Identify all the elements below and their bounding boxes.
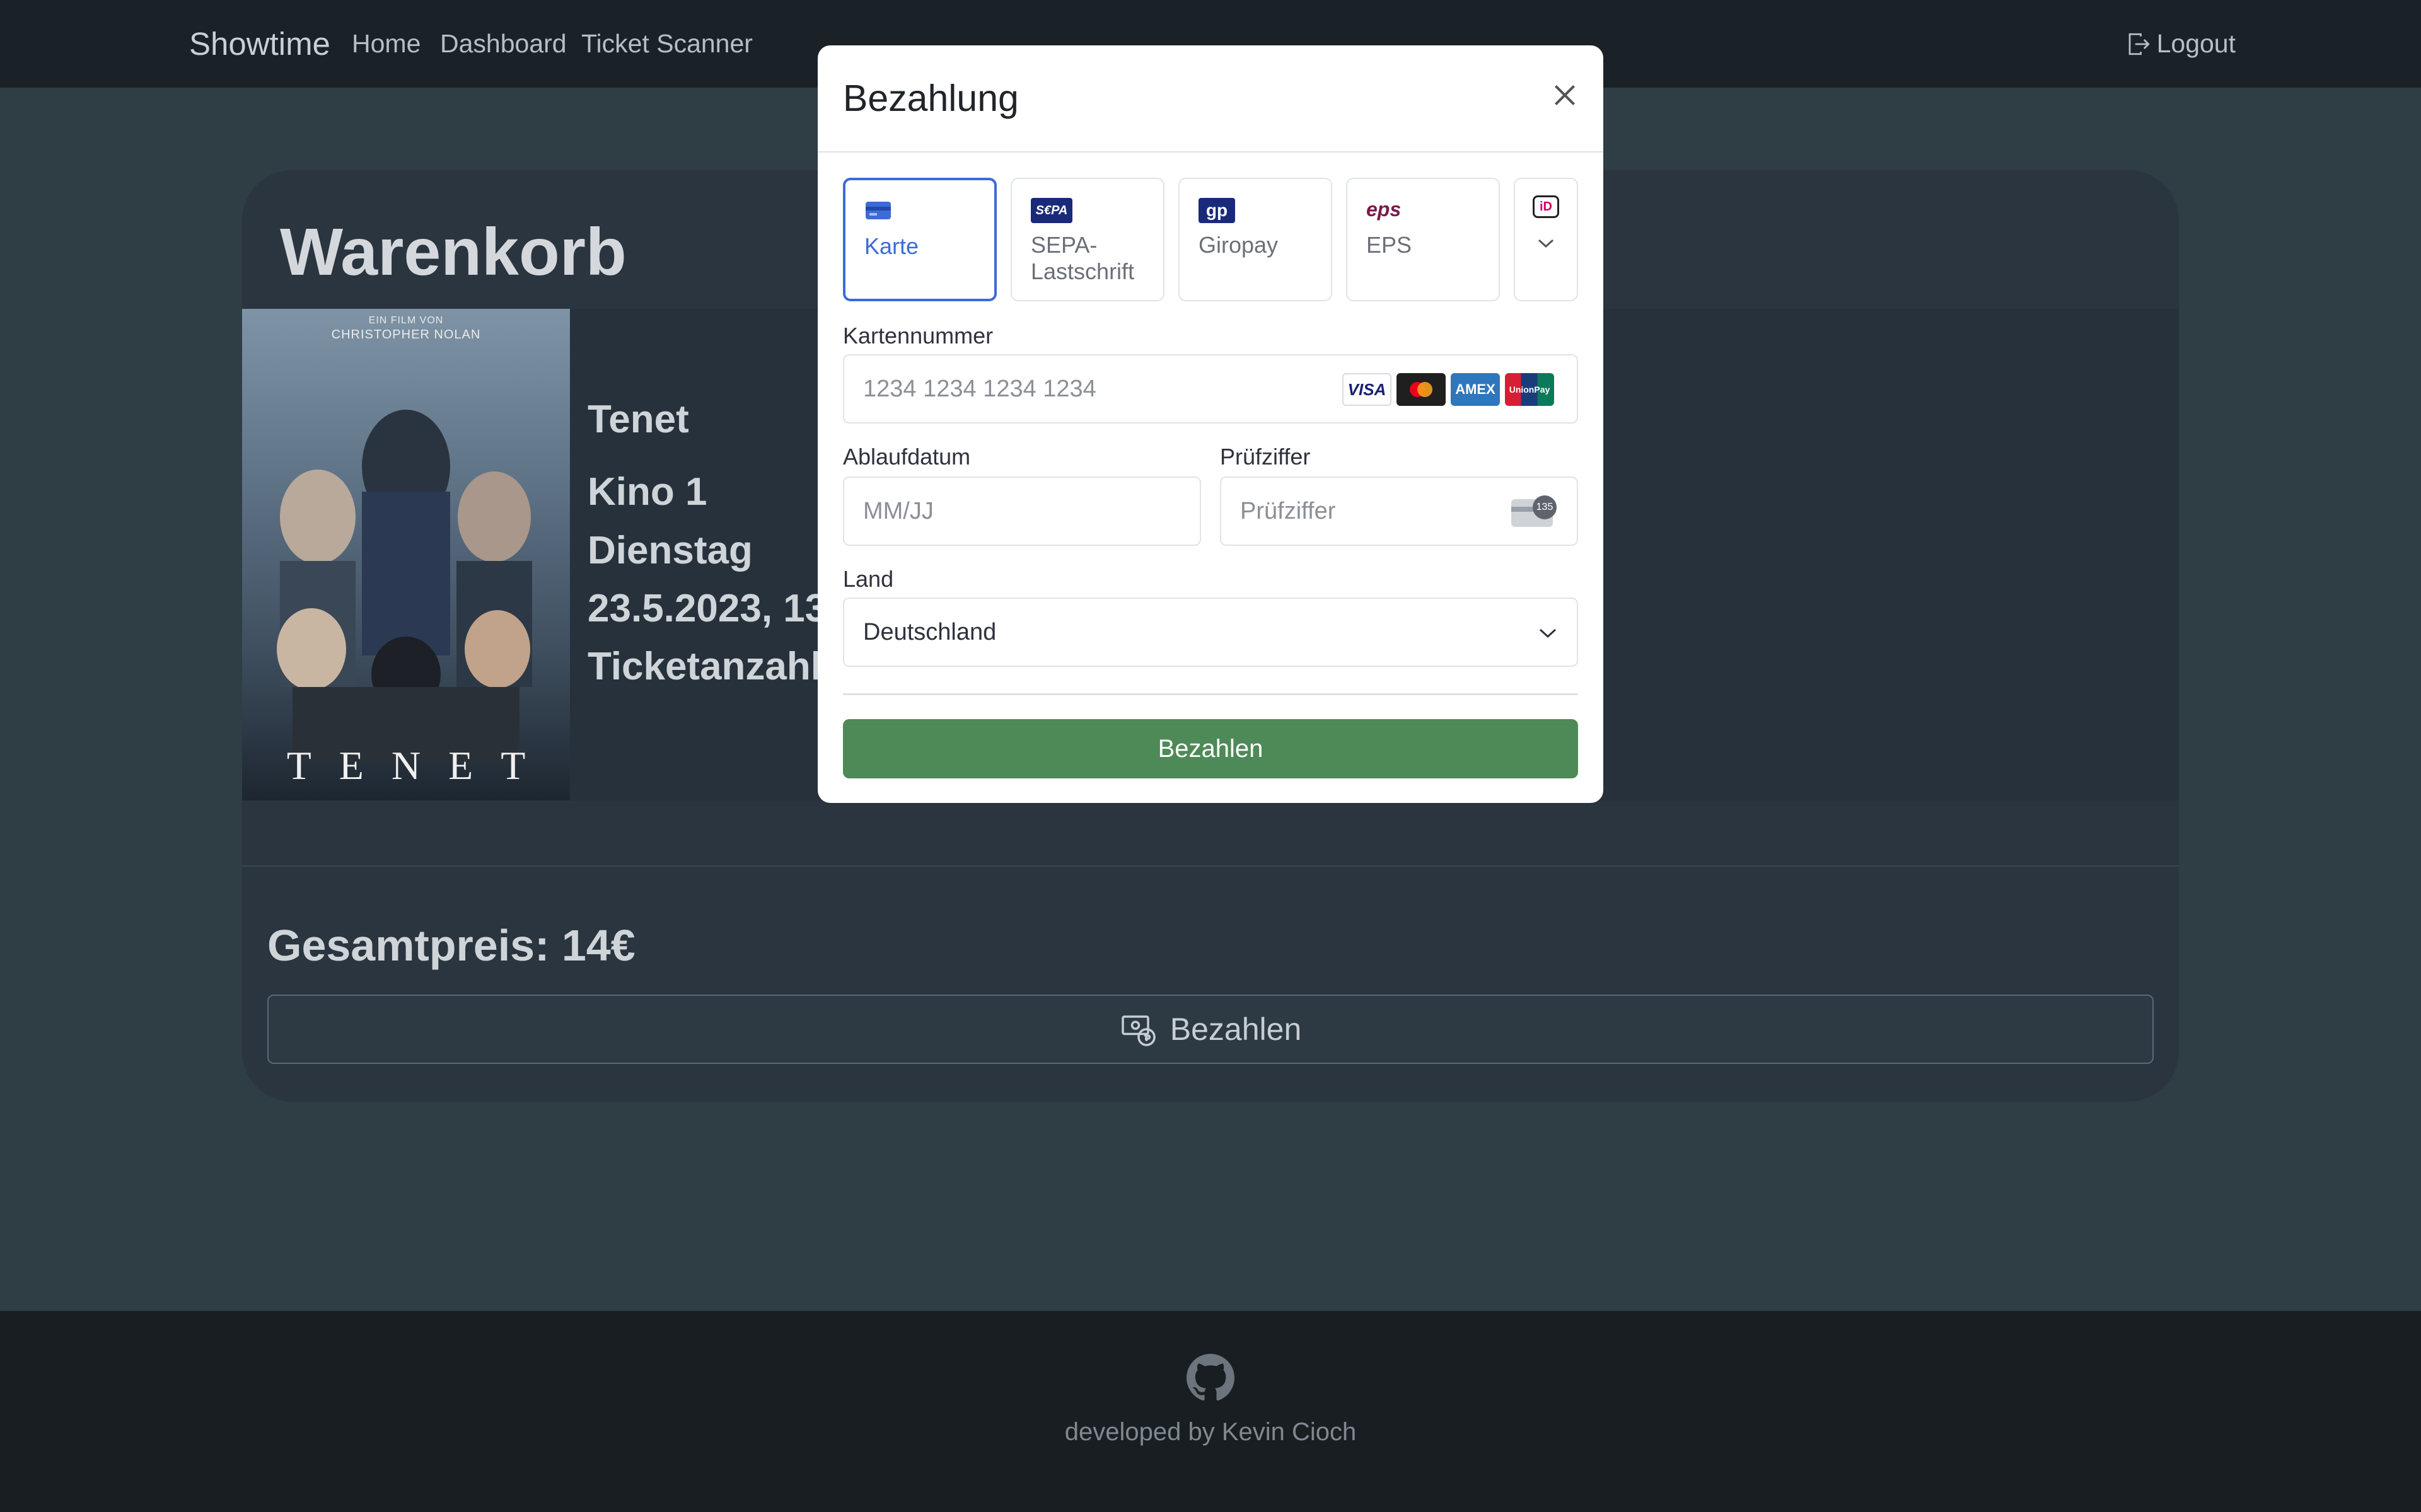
nav-ticket-scanner[interactable]: Ticket Scanner [581,29,753,59]
poster-figures [277,410,532,763]
poster-title: TENET [286,743,554,788]
cinema-hall: Kino 1 [588,470,707,514]
tab-eps-label: EPS [1366,232,1412,258]
country-label: Land [843,566,894,592]
ideal-icon: iD [1533,195,1559,218]
cvc-placeholder: Prüfziffer [1240,497,1336,524]
tab-karte-label: Karte [864,233,919,259]
country-select[interactable]: Deutschland [843,597,1578,667]
card-number-field[interactable]: 1234 1234 1234 1234 VISA AMEX UnionPay [843,354,1578,424]
tab-sepa[interactable]: S€PA SEPA- Lastschrift [1011,178,1164,301]
payment-modal: Bezahlung Karte S€PA SEPA- Lastschrift g… [818,45,1603,803]
expiry-label: Ablaufdatum [843,444,971,470]
movie-name: Tenet [588,398,689,441]
card-number-placeholder: 1234 1234 1234 1234 [863,375,1096,402]
mastercard-logo [1396,373,1446,406]
tab-more[interactable]: iD [1514,178,1578,301]
ticket-count: Ticketanzahl: [588,645,835,688]
github-icon[interactable] [1187,1354,1234,1402]
screening-datetime: 23.5.2023, 13: [588,587,840,630]
close-icon[interactable] [1549,79,1581,111]
submit-payment-button[interactable]: Bezahlen [843,719,1578,778]
cvc-field[interactable]: Prüfziffer 135 [1220,476,1578,546]
modal-title: Bezahlung [843,78,1019,119]
expiry-placeholder: MM/JJ [863,497,934,524]
cvc-hint: 135 [1533,495,1557,519]
tab-karte[interactable]: Karte [843,178,997,301]
cvc-label: Prüfziffer [1220,444,1311,470]
tab-giropay[interactable]: gp Giropay [1178,178,1332,301]
logout-icon [2128,33,2150,55]
card-number-label: Kartennummer [843,323,994,349]
unionpay-logo: UnionPay [1505,373,1554,406]
country-value: Deutschland [863,618,997,645]
chevron-down-icon [1538,239,1554,248]
nav-dashboard[interactable]: Dashboard [440,29,567,59]
nav-home[interactable]: Home [352,29,421,59]
giropay-icon: gp [1199,198,1235,223]
tab-eps[interactable]: eps EPS [1346,178,1500,301]
cart-pay-button[interactable]: Bezahlen [267,995,2154,1064]
expiry-field[interactable]: MM/JJ [843,476,1201,546]
brand-logo[interactable]: Showtime [189,25,330,62]
total-price: Gesamtpreis: 14€ [267,921,636,970]
tab-giropay-label: Giropay [1199,232,1279,258]
logout-label: Logout [2156,29,2236,58]
footer: developed by Kevin Cioch [0,1311,2421,1512]
chevron-down-icon [1539,628,1557,638]
card-icon [866,202,891,219]
card-brands: VISA AMEX UnionPay [1342,373,1554,406]
amex-logo: AMEX [1451,373,1500,406]
modal-header-divider [818,151,1603,153]
sepa-icon: S€PA [1031,198,1072,223]
screening-day: Dienstag [588,529,753,572]
cart-pay-label: Bezahlen [1170,1012,1302,1047]
tab-sepa-label: SEPA- Lastschrift [1031,232,1135,284]
eps-icon: eps [1366,198,1402,221]
cvc-card-icon: 135 [1511,495,1557,527]
divider [242,865,2179,867]
modal-footer-divider [843,693,1578,695]
logout-button[interactable]: Logout [2125,29,2236,59]
movie-poster: EIN FILM VON CHRISTOPHER NOLAN TENET [242,309,570,800]
cash-icon [1122,1015,1156,1046]
cart-title: Warenkorb [280,215,627,289]
visa-logo: VISA [1342,373,1391,406]
developer-credit: developed by Kevin Cioch [1064,1418,1357,1446]
